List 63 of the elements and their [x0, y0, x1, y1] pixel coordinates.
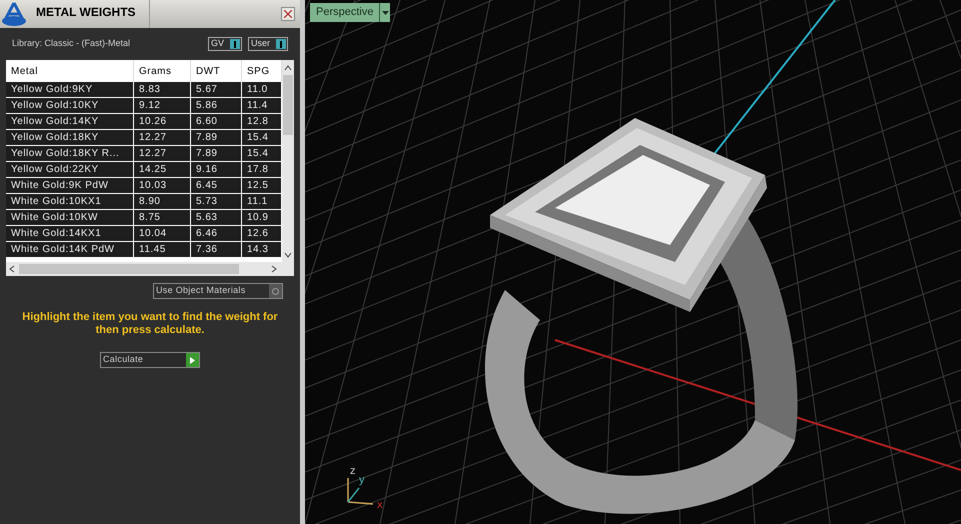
table-cell: 11.45: [134, 242, 191, 257]
logo-icon: [1, 1, 27, 27]
table-cell: 9.16: [191, 162, 242, 177]
panel-title: METAL WEIGHTS: [36, 0, 150, 28]
horizontal-scrollbar[interactable]: [6, 262, 294, 276]
table-cell: 5.67: [191, 82, 242, 97]
table-cell: 7.89: [191, 130, 242, 145]
table-row[interactable]: Yellow Gold:14KY 10.26 6.60 12.8: [6, 114, 282, 130]
table-cell: Yellow Gold:18KY R...: [6, 146, 134, 161]
table-cell: 10.26: [134, 114, 191, 129]
axis-label: x: [377, 500, 382, 511]
table-cell: 6.60: [191, 114, 242, 129]
use-object-materials-button[interactable]: Use Object Materials: [153, 283, 283, 299]
table-cell: 14.25: [134, 162, 191, 177]
table-cell: 12.27: [134, 130, 191, 145]
instruction-text: Highlight the item you want to find the weight for then press calculate.: [21, 311, 279, 337]
table-cell: 10.03: [134, 178, 191, 193]
close-icon: [284, 10, 292, 18]
table-cell: White Gold:10KW: [6, 210, 134, 225]
table-cell: 7.89: [191, 146, 242, 161]
table-row[interactable]: Yellow Gold:18KY 12.27 7.89 15.4: [6, 130, 282, 146]
toggle-button[interactable]: GV: [208, 37, 242, 51]
table-cell: Yellow Gold:14KY: [6, 114, 134, 129]
table-cell: White Gold:10KX1: [6, 194, 134, 209]
play-icon: [186, 353, 199, 367]
table-cell: 6.46: [191, 226, 242, 241]
view-dropdown-button[interactable]: [380, 3, 390, 22]
table-cell: Yellow Gold:9KY: [6, 82, 134, 97]
table-cell: 8.90: [134, 194, 191, 209]
axis-label: y: [359, 475, 364, 486]
toggle-button[interactable]: User: [248, 37, 288, 51]
table-row[interactable]: Yellow Gold:18KY R... 12.27 7.89 15.4: [6, 146, 282, 162]
table-row[interactable]: White Gold:9K PdW 10.03 6.45 12.5: [6, 178, 282, 194]
table-row[interactable]: White Gold:10KX1 8.90 5.73 11.1: [6, 194, 282, 210]
table-cell: 5.63: [191, 210, 242, 225]
axis-label: z: [350, 466, 356, 477]
table-cell: 12.27: [134, 146, 191, 161]
library-label: Library: Classic - (Fast)-Metal: [12, 37, 132, 50]
table-row[interactable]: Yellow Gold:22KY 14.25 9.16 17.8: [6, 162, 282, 178]
table-row[interactable]: Yellow Gold:10KY 9.12 5.86 11.4: [6, 98, 282, 114]
table-cell: 5.73: [191, 194, 242, 209]
table-cell: White Gold:9K PdW: [6, 178, 134, 193]
table-row[interactable]: Yellow Gold:9KY 8.83 5.67 11.0: [6, 82, 282, 98]
table-cell: 7.36: [191, 242, 242, 257]
table-cell: Yellow Gold:22KY: [6, 162, 134, 177]
table-row[interactable]: White Gold:14KX1 10.04 6.46 12.6: [6, 226, 282, 242]
table-cell: 10.04: [134, 226, 191, 241]
table-cell: 6.45: [191, 178, 242, 193]
table-row[interactable]: White Gold:10KW 8.75 5.63 10.9: [6, 210, 282, 226]
table-cell: 9.12: [134, 98, 191, 113]
table-cell: White Gold:14KX1: [6, 226, 134, 241]
calculate-button[interactable]: Calculate: [100, 352, 200, 368]
vertical-scrollbar[interactable]: [282, 60, 294, 262]
table-cell: Yellow Gold:18KY: [6, 130, 134, 145]
table-row[interactable]: White Gold:14K PdW 11.45 7.36 14.3: [6, 242, 282, 258]
view-tab[interactable]: Perspective: [310, 3, 380, 22]
table-cell: White Gold:14K PdW: [6, 242, 134, 257]
table-cell: 8.75: [134, 210, 191, 225]
caret-icon: [382, 10, 389, 14]
table-cell: 5.86: [191, 98, 242, 113]
table-cell: 8.83: [134, 82, 191, 97]
close-button[interactable]: [281, 7, 295, 21]
table-cell: Yellow Gold:10KY: [6, 98, 134, 113]
